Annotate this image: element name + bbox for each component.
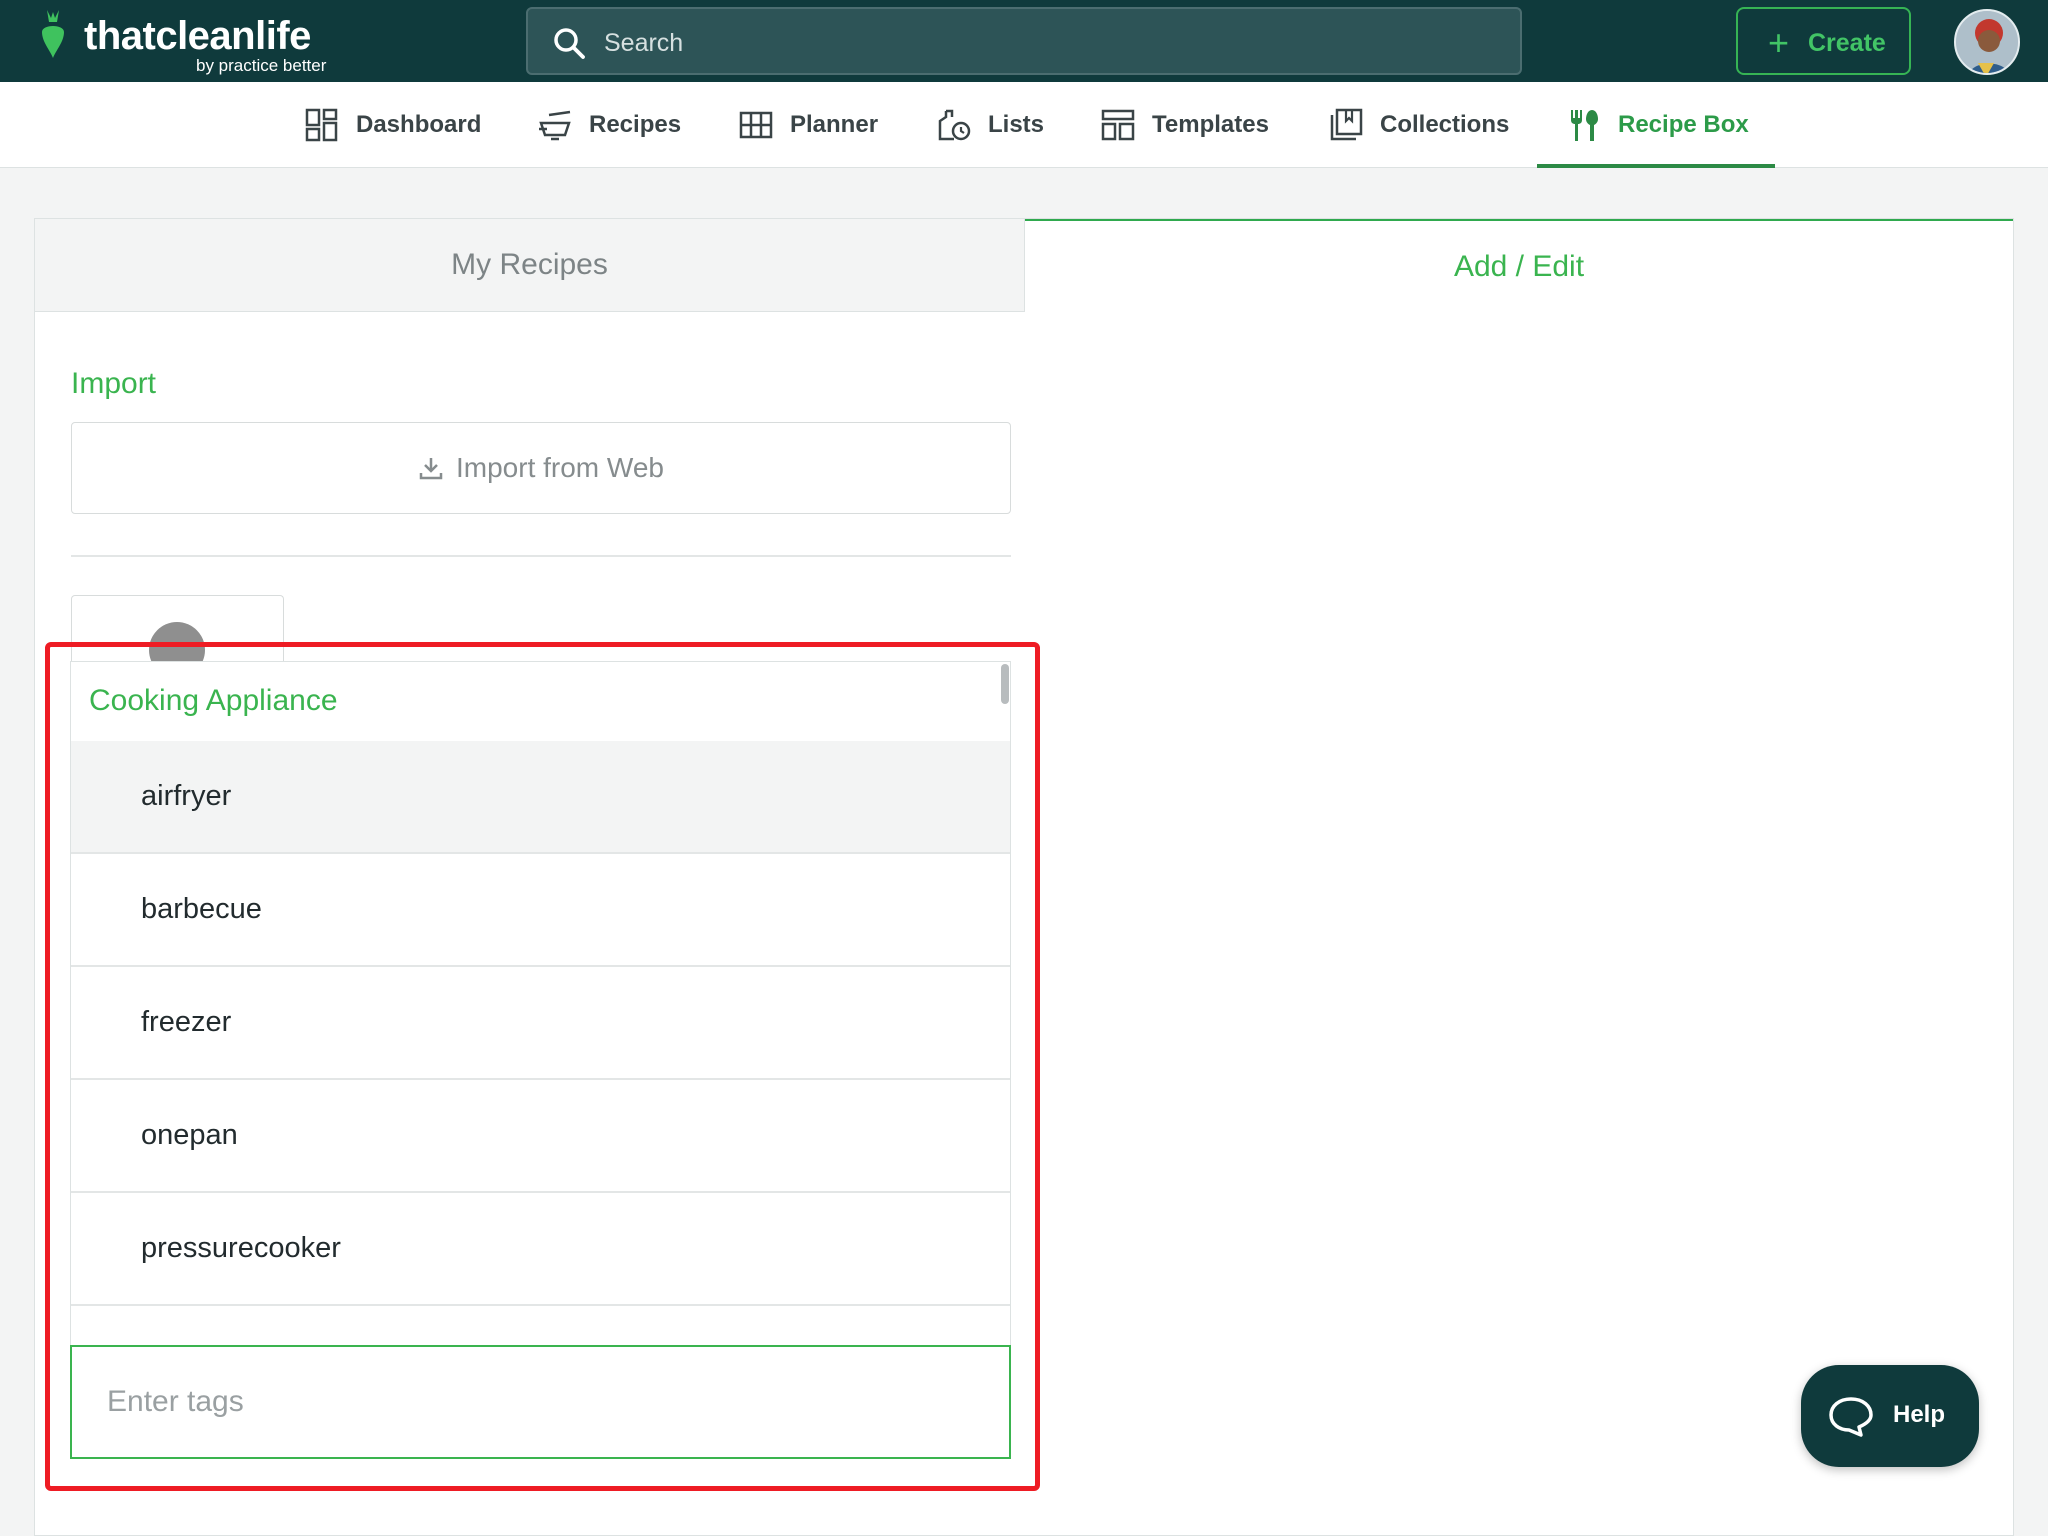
help-button-label: Help [1893,1401,1946,1428]
main-nav: Dashboard Recipes Planner Lists Template… [0,82,2048,168]
tag-option-freezer[interactable]: freezer [71,967,1010,1080]
nav-item-planner[interactable]: Planner [738,82,878,168]
nav-item-recipe-box[interactable]: Recipe Box [1566,82,1749,168]
dashboard-icon [305,108,338,142]
search-icon [554,28,585,59]
user-avatar[interactable] [1954,9,2020,75]
dropdown-scrollbar[interactable] [1001,664,1009,704]
tag-dropdown-list: Cooking Appliance airfryer barbecue free… [70,661,1011,1346]
active-tab-indicator [1537,164,1775,168]
logo-subtitle: by practice better [196,56,327,75]
chat-bubble-icon [1829,1397,1873,1437]
download-icon [419,458,443,480]
enter-tags-input[interactable] [70,1345,1011,1459]
nav-item-templates[interactable]: Templates [1100,82,1269,168]
nav-label-planner: Planner [790,111,879,138]
tag-option-airfryer[interactable]: airfryer [71,741,1010,854]
fork-spoon-icon [1571,110,1598,141]
plus-icon: + [1768,22,1790,63]
tag-option-barbecue[interactable]: barbecue [71,854,1010,967]
tag-option-label: pressurecooker [141,1232,341,1264]
help-button[interactable]: Help [1801,1365,1979,1467]
search-placeholder: Search [604,29,684,57]
tag-option-pressurecooker[interactable]: pressurecooker [71,1193,1010,1306]
nav-label-templates: Templates [1152,111,1269,138]
nav-label-lists: Lists [988,111,1045,138]
section-divider [71,555,1011,557]
tab-my-recipes[interactable]: My Recipes [35,219,1025,312]
top-header: thatcleanlife by practice better Search … [0,0,2048,82]
nav-item-recipes[interactable]: Recipes [537,82,681,168]
create-button[interactable]: + Create [1736,7,1911,75]
nav-item-lists[interactable]: Lists [936,82,1044,168]
import-section-title: Import [71,367,157,400]
templates-icon [1101,109,1135,141]
nav-label-collections: Collections [1380,111,1510,138]
nav-label-recipe-box: Recipe Box [1618,111,1749,138]
planner-icon [739,111,773,139]
tag-option-onepan[interactable]: onepan [71,1080,1010,1193]
tag-option-label: airfryer [141,780,232,812]
nav-item-collections[interactable]: Collections [1328,82,1509,168]
tab-add-edit-label: Add / Edit [1453,249,1585,283]
tab-add-edit[interactable]: Add / Edit [1025,219,2013,312]
import-from-web-label: Import from Web [456,452,664,483]
search-bar[interactable]: Search [526,7,1522,75]
app-logo[interactable]: thatcleanlife by practice better [38,8,358,78]
recipes-icon [539,110,571,141]
lists-icon [938,109,971,141]
collections-icon [1330,108,1363,141]
tag-group-label: Cooking Appliance [89,684,338,717]
avatar-image [1956,11,2018,73]
nav-label-dashboard: Dashboard [356,111,482,138]
import-from-web-button[interactable]: Import from Web [71,422,1011,514]
tag-option-label: freezer [141,1006,232,1038]
logo-wordmark: thatcleanlife [84,14,311,58]
nav-label-recipes: Recipes [589,111,682,138]
nav-item-dashboard[interactable]: Dashboard [304,82,481,168]
tab-my-recipes-label: My Recipes [451,248,608,281]
tag-option-label: onepan [141,1119,238,1151]
tag-option-label: barbecue [141,893,262,925]
beet-logo-icon [42,10,64,58]
create-button-label: Create [1808,29,1886,57]
